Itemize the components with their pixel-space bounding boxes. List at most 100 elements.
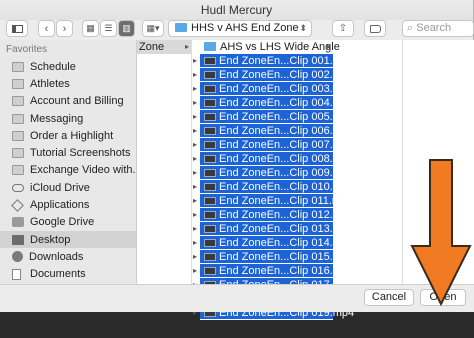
disclosure-arrow-icon: ▸ (193, 154, 198, 163)
video-thumbnail-icon (204, 155, 216, 163)
document-icon (12, 268, 21, 280)
sidebar-item-7[interactable]: iCloud Drive (0, 179, 136, 196)
search-placeholder: Search (416, 22, 452, 34)
video-thumbnail-icon (204, 99, 216, 107)
disclosure-arrow-icon: ▸ (327, 42, 332, 51)
disclosure-arrow-icon: ▸ (193, 182, 198, 191)
path-popup[interactable]: HHS v AHS End Zone ⬍ (168, 20, 312, 37)
back-button[interactable]: ‹ (38, 20, 55, 37)
sidebar-list: Schedule Athletes Account and Billing Messa… (0, 58, 136, 283)
file-label: End ZoneEn...Clip 015.mp4 (219, 251, 355, 263)
disclosure-arrow-icon: ▸ (193, 266, 198, 275)
file-label: End ZoneEn...Clip 009.mp4 (219, 167, 355, 179)
file-row[interactable]: ▸ End ZoneEn...Clip 011.mp4 (193, 194, 353, 208)
tag-icon (369, 24, 381, 33)
folder-label: AHS vs LHS Wide Angle (220, 41, 340, 53)
file-open-dialog: Hudl Mercury ‹ › ▦ ☰ ▥ ▦▾ HHS v AHS End … (0, 0, 474, 320)
file-row[interactable]: ▸ End ZoneEn...Clip 004.mp4 (193, 96, 354, 110)
columns-icon: ▥ (122, 23, 131, 33)
icon-view-button[interactable]: ▦ (82, 20, 99, 37)
folder-icon (12, 61, 24, 72)
file-label: End ZoneEn...Clip 010.mp4 (219, 181, 355, 193)
sidebar-item-9[interactable]: Google Drive (0, 214, 136, 231)
video-thumbnail-icon (204, 57, 216, 65)
file-row[interactable]: ▸ End ZoneEn...Clip 007.mp4 (193, 138, 354, 152)
file-row[interactable]: ▸ End ZoneEn...Clip 009.mp4 (193, 166, 354, 180)
desktop-icon (12, 234, 24, 245)
sidebar-item-5[interactable]: Tutorial Screenshots (0, 144, 136, 161)
column-view-button[interactable]: ▥ (118, 20, 135, 37)
arrange-button[interactable]: ▦▾ (142, 20, 164, 37)
folder-icon (12, 148, 24, 159)
disclosure-arrow-icon: ▸ (193, 196, 198, 205)
file-label: End ZoneEn...Clip 001.mp4 (219, 55, 355, 67)
sidebar-item-label: iCloud Drive (30, 181, 90, 194)
file-label: End ZoneEn...Clip 012.mp4 (219, 209, 355, 221)
sidebar-item-6[interactable]: Exchange Video with... (0, 162, 136, 179)
file-row[interactable]: ▸ End ZoneEn...Clip 006.mp4 (193, 124, 354, 138)
disclosure-arrow-icon: ▸ (193, 224, 198, 233)
disclosure-arrow-icon: ▸ (193, 140, 198, 149)
file-list: ▸ End ZoneEn...Clip 001.mp4 ▸ End ZoneEn...… (192, 54, 402, 320)
browser-column-2: AHS vs LHS Wide Angle ▸ ▸ End ZoneEn...Cl… (192, 40, 402, 320)
folder-icon (12, 78, 24, 89)
list-icon: ☰ (104, 23, 113, 33)
file-label: End ZoneEn...Clip 003.mp4 (219, 83, 355, 95)
disclosure-arrow-icon: ▸ (193, 98, 198, 107)
sidebar-item-8[interactable]: Applications (0, 196, 136, 213)
file-label: End ZoneEn...Clip 014.mp4 (219, 237, 355, 249)
folder-icon (12, 96, 24, 107)
video-thumbnail-icon (204, 239, 216, 247)
dialog-footer: Cancel Open (0, 284, 474, 312)
file-row[interactable]: ▸ End ZoneEn...Clip 008.mp4 (193, 152, 354, 166)
file-row[interactable]: ▸ End ZoneEn...Clip 002.mp4 (193, 68, 354, 82)
file-row[interactable]: ▸ End ZoneEn...Clip 010.mp4 (193, 180, 354, 194)
sidebar-toggle-button[interactable] (6, 20, 28, 37)
tags-button[interactable] (364, 20, 386, 37)
sidebar-item-11[interactable]: Downloads (0, 248, 136, 265)
sidebar-item-0[interactable]: Schedule (0, 58, 136, 75)
search-icon: ⌕ (407, 22, 414, 34)
disclosure-arrow-icon: ▸ (193, 112, 198, 121)
sidebar-item-12[interactable]: Documents (0, 266, 136, 283)
video-thumbnail-icon (204, 169, 216, 177)
video-thumbnail-icon (204, 267, 216, 275)
disclosure-arrow-icon: ▸ (193, 126, 198, 135)
column-item-zone[interactable]: Zone ▸ (137, 40, 191, 54)
cloud-icon (12, 183, 24, 192)
sidebar-item-1[interactable]: Athletes (0, 75, 136, 92)
sidebar-toggle-icon (11, 24, 23, 33)
search-field[interactable]: ⌕ Search (402, 20, 474, 37)
cancel-button[interactable]: Cancel (364, 289, 414, 306)
sidebar-item-label: Messaging (30, 112, 84, 125)
file-row[interactable]: ▸ End ZoneEn...Clip 016.mp4 (193, 264, 354, 278)
file-row[interactable]: ▸ End ZoneEn...Clip 003.mp4 (193, 82, 354, 96)
window-title: Hudl Mercury (0, 0, 473, 20)
file-label: End ZoneEn...Clip 011.mp4 (219, 195, 354, 207)
sidebar-item-3[interactable]: Messaging (0, 110, 136, 127)
forward-button[interactable]: › (56, 20, 73, 37)
file-row[interactable]: ▸ End ZoneEn...Clip 015.mp4 (193, 250, 354, 264)
file-row[interactable]: ▸ End ZoneEn...Clip 012.mp4 (193, 208, 354, 222)
file-row[interactable]: ▸ End ZoneEn...Clip 001.mp4 (193, 54, 354, 68)
sidebar-item-label: Documents (30, 268, 86, 281)
share-button[interactable]: ⇧ (332, 20, 354, 37)
path-folder-label: HHS v AHS End Zone (191, 22, 299, 34)
sidebar-item-4[interactable]: Order a Highlight (0, 127, 136, 144)
file-row[interactable]: ▸ End ZoneEn...Clip 014.mp4 (193, 236, 354, 250)
sidebar-item-2[interactable]: Account and Billing (0, 93, 136, 110)
list-view-button[interactable]: ☰ (100, 20, 117, 37)
file-row[interactable]: ▸ End ZoneEn...Clip 005.mp4 (193, 110, 354, 124)
folder-item[interactable]: AHS vs LHS Wide Angle ▸ (192, 40, 402, 54)
video-thumbnail-icon (204, 127, 216, 135)
file-row[interactable]: ▸ End ZoneEn...Clip 013.mp4 (193, 222, 354, 236)
folder-icon (12, 113, 24, 124)
sidebar-item-label: Google Drive (30, 216, 95, 229)
sidebar-item-10[interactable]: Desktop (0, 230, 136, 249)
toolbar: ‹ › ▦ ☰ ▥ ▦▾ HHS v AHS End Zone ⬍ ⇧ ⌕ Se… (0, 20, 474, 40)
folder-icon (204, 42, 216, 51)
video-thumbnail-icon (204, 85, 216, 93)
disclosure-arrow-icon: ▸ (193, 238, 198, 247)
sidebar: Favorites Schedule Athletes Account and Bi… (0, 40, 137, 284)
folder-icon (12, 165, 24, 176)
